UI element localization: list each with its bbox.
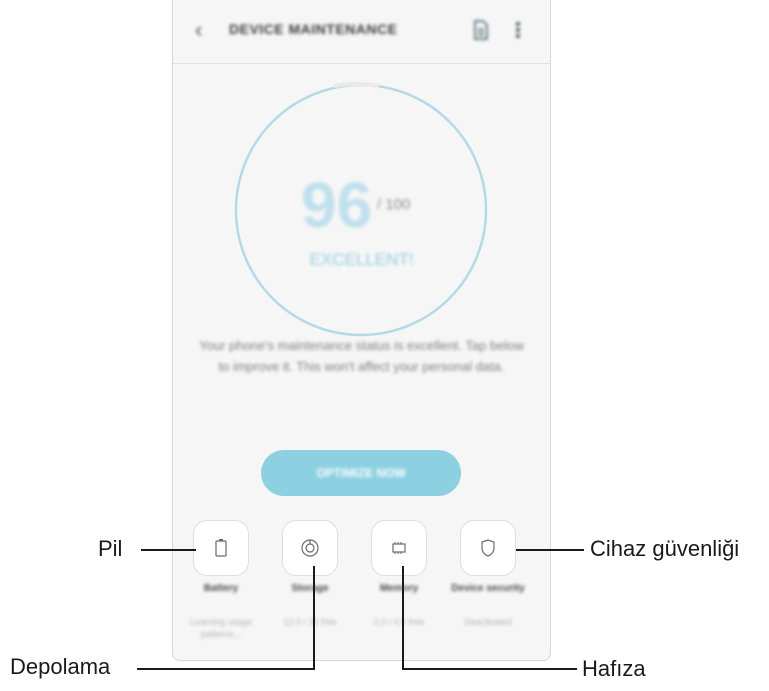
tile-sub: Deactivated: [464, 617, 512, 627]
battery-icon-frame: [193, 520, 249, 576]
tile-label: Storage: [291, 583, 329, 594]
callout-battery: Pil: [98, 536, 123, 561]
storage-icon-frame: [282, 520, 338, 576]
callout-device-security: Cihaz güvenliği: [590, 536, 740, 561]
leader-memory-h: [402, 668, 577, 670]
app-bar: ‹ DEVICE MAINTENANCE: [173, 0, 550, 62]
leader-security: [516, 549, 584, 551]
shield-icon: [481, 539, 495, 557]
callout-storage: Depolama: [10, 654, 111, 679]
document-icon[interactable]: [473, 20, 489, 40]
page-title: DEVICE MAINTENANCE: [229, 21, 398, 37]
tile-label: Memory: [379, 583, 419, 594]
header-divider: [173, 63, 550, 64]
tile-label: Battery: [203, 583, 239, 594]
tile-battery[interactable]: Battery Learning usage patterns...: [177, 520, 265, 640]
optimize-now-button[interactable]: OPTIMIZE NOW: [261, 450, 461, 496]
storage-icon: [301, 539, 319, 557]
status-description: Your phone's maintenance status is excel…: [199, 338, 524, 374]
leader-storage-v: [313, 566, 315, 670]
phone-screen: ‹ DEVICE MAINTENANCE 96 / 100 EXCELLENT!…: [172, 0, 551, 661]
leader-memory-v: [402, 566, 404, 670]
score-max: / 100: [377, 196, 411, 213]
leader-storage-h: [137, 668, 315, 670]
tile-memory[interactable]: Memory 2.0 / 4.0 free: [355, 520, 443, 640]
score-value: 96: [301, 169, 373, 241]
tile-sub: 2.0 / 4.0 free: [373, 617, 425, 627]
tile-device-security[interactable]: Device security Deactivated: [444, 520, 532, 640]
callout-memory: Hafıza: [582, 656, 646, 681]
tile-storage[interactable]: Storage 12.0 / 32 free: [266, 520, 354, 640]
status-label: EXCELLENT!: [309, 250, 414, 269]
memory-chip-icon: [392, 542, 406, 554]
optimize-label: OPTIMIZE NOW: [316, 466, 406, 480]
tile-sub: Learning usage patterns...: [189, 617, 253, 639]
tile-label: Device security: [451, 583, 525, 594]
more-vert-icon[interactable]: [513, 20, 523, 40]
memory-icon-frame: [371, 520, 427, 576]
tile-sub: 12.0 / 32 free: [283, 617, 337, 627]
security-icon-frame: [460, 520, 516, 576]
back-arrow-icon[interactable]: ‹: [195, 18, 215, 42]
leader-battery: [141, 549, 196, 551]
battery-icon: [215, 539, 227, 557]
